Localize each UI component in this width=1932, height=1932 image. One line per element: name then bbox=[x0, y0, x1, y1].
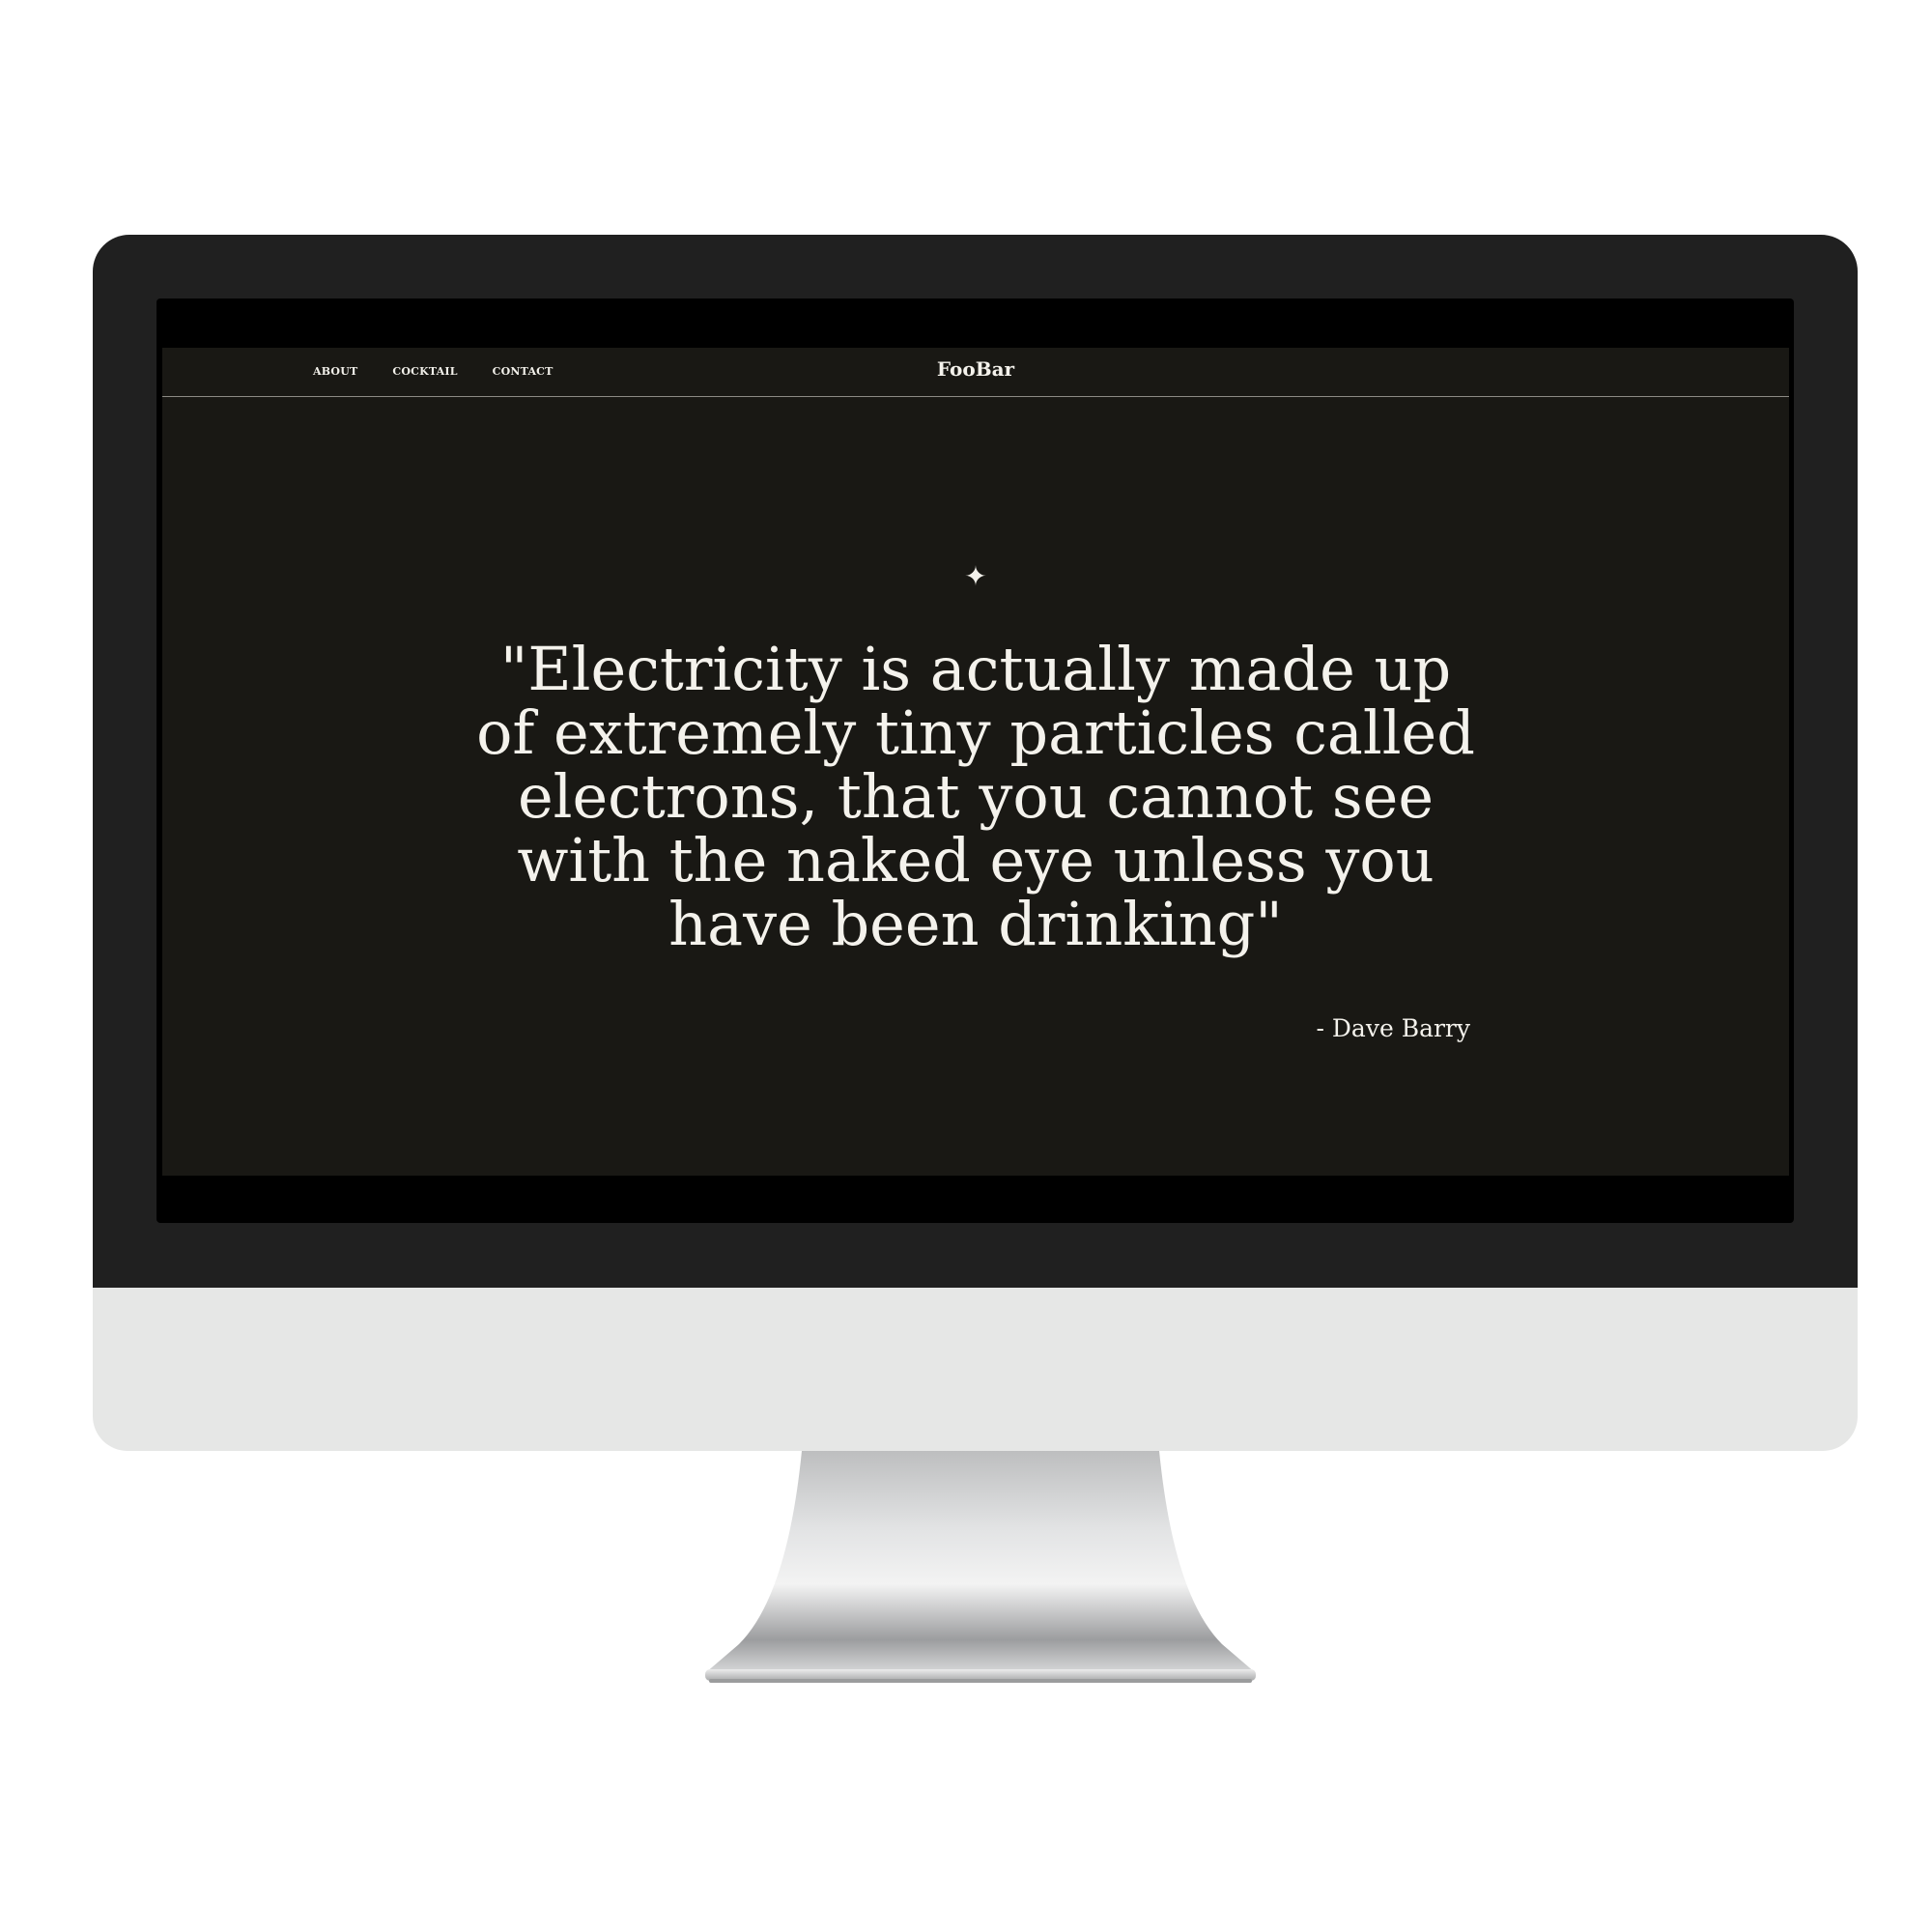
mockup-stage: ABOUT COCKTAIL CONTACT FooBar ✦ "Electri… bbox=[0, 0, 1932, 1932]
site-logo[interactable]: FooBar bbox=[162, 357, 1789, 381]
hero-quote: "Electricity is actually made up of extr… bbox=[476, 634, 1475, 959]
monitor-chin bbox=[93, 1288, 1858, 1451]
quote-author: - Dave Barry bbox=[1316, 1014, 1470, 1042]
top-navigation: ABOUT COCKTAIL CONTACT FooBar bbox=[162, 348, 1789, 397]
monitor-screen: ABOUT COCKTAIL CONTACT FooBar ✦ "Electri… bbox=[156, 298, 1794, 1223]
website-page: ABOUT COCKTAIL CONTACT FooBar ✦ "Electri… bbox=[162, 348, 1789, 1176]
sparkle-icon: ✦ bbox=[964, 560, 987, 592]
monitor-stand bbox=[705, 1451, 1256, 1683]
